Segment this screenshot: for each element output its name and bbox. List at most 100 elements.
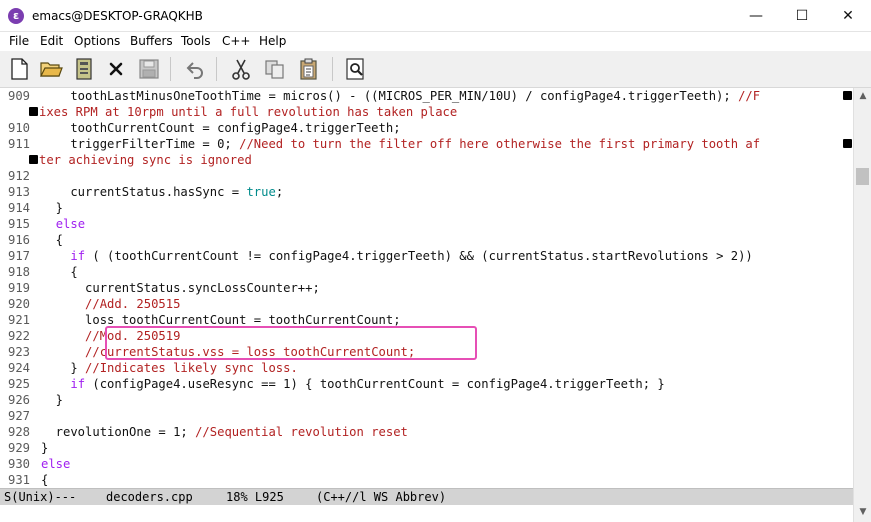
code-line[interactable]: 924 } //Indicates likely sync loss. bbox=[0, 360, 853, 376]
line-number: 927 bbox=[8, 409, 31, 423]
code-token: } bbox=[41, 393, 64, 407]
menu-options[interactable]: Options bbox=[74, 34, 120, 49]
wrap-continuation-icon bbox=[29, 155, 38, 164]
code-line-continuation[interactable]: ixes RPM at 10rpm until a full revolutio… bbox=[0, 104, 853, 120]
menu-help[interactable]: Help bbox=[259, 34, 286, 49]
menu-tools[interactable]: Tools bbox=[181, 34, 211, 49]
code-line[interactable]: 917 if ( (toothCurrentCount != configPag… bbox=[0, 248, 853, 264]
code-line[interactable]: 918 { bbox=[0, 264, 853, 280]
mode-line: S(Unix)--- decoders.cpp 18% L925 (C++//l… bbox=[0, 488, 853, 505]
open-folder-icon[interactable] bbox=[38, 56, 64, 82]
menu-buffers[interactable]: Buffers bbox=[130, 34, 173, 49]
code-token: toothLastMinusOneToothTime = micros() - … bbox=[41, 89, 739, 103]
toolbar-separator bbox=[332, 57, 333, 81]
line-number: 913 bbox=[8, 185, 31, 199]
save-icon[interactable] bbox=[136, 56, 162, 82]
code-keyword: else bbox=[55, 217, 86, 231]
mode-line-status: S(Unix)--- bbox=[4, 490, 77, 504]
code-keyword: if bbox=[70, 377, 86, 391]
code-line[interactable]: 915 else bbox=[0, 216, 853, 232]
code-token: ; bbox=[275, 185, 284, 199]
code-text: triggerFilterTime = 0; //Need to turn th… bbox=[41, 136, 760, 152]
code-line[interactable]: 913 currentStatus.hasSync = true; bbox=[0, 184, 853, 200]
line-number: 925 bbox=[8, 377, 31, 391]
line-number: 922 bbox=[8, 329, 31, 343]
code-text: } bbox=[41, 440, 48, 456]
code-token: (configPage4.useResync == 1) { toothCurr… bbox=[85, 377, 665, 391]
code-text: toothCurrentCount = configPage4.triggerT… bbox=[41, 120, 400, 136]
code-token: { bbox=[41, 233, 64, 247]
code-line[interactable]: 910 toothCurrentCount = configPage4.trig… bbox=[0, 120, 853, 136]
minimize-button[interactable]: — bbox=[733, 0, 779, 32]
maximize-button[interactable]: ☐ bbox=[779, 0, 825, 32]
copy-icon[interactable] bbox=[262, 56, 288, 82]
scrollbar-thumb[interactable] bbox=[856, 168, 869, 185]
code-token: { bbox=[41, 473, 49, 487]
undo-icon[interactable] bbox=[182, 56, 208, 82]
line-wrap-icon bbox=[843, 91, 852, 100]
scroll-up-arrow-icon[interactable]: ▲ bbox=[857, 90, 869, 102]
code-token: loss toothCurrentCount = toothCurrentCou… bbox=[41, 313, 401, 327]
code-text: else bbox=[41, 456, 70, 472]
code-line[interactable]: 909 toothLastMinusOneToothTime = micros(… bbox=[0, 88, 853, 104]
code-line[interactable]: 928 revolutionOne = 1; //Sequential revo… bbox=[0, 424, 853, 440]
code-text: } //Indicates likely sync loss. bbox=[41, 360, 298, 376]
code-text: { bbox=[41, 232, 63, 248]
line-number: 911 bbox=[8, 137, 31, 151]
line-number: 909 bbox=[8, 89, 31, 103]
code-line[interactable]: 929} bbox=[0, 440, 853, 456]
cut-icon[interactable] bbox=[228, 56, 254, 82]
code-line[interactable]: 925 if (configPage4.useResync == 1) { to… bbox=[0, 376, 853, 392]
scroll-down-arrow-icon[interactable]: ▼ bbox=[857, 506, 869, 518]
vertical-scrollbar[interactable]: ▲ ▼ bbox=[853, 88, 871, 522]
line-wrap-icon bbox=[843, 139, 852, 148]
code-text: else bbox=[41, 216, 85, 232]
search-icon[interactable] bbox=[343, 56, 369, 82]
code-line[interactable]: 916 { bbox=[0, 232, 853, 248]
code-token: revolutionOne = 1; bbox=[41, 425, 196, 439]
code-line[interactable]: 930 else bbox=[0, 456, 853, 472]
toolbar-separator bbox=[170, 57, 171, 81]
code-constant: true bbox=[246, 185, 276, 199]
line-number: 924 bbox=[8, 361, 31, 375]
mode-line-buffer-name[interactable]: decoders.cpp bbox=[106, 489, 193, 505]
code-token: } bbox=[41, 441, 49, 455]
code-line[interactable]: 927 bbox=[0, 408, 853, 424]
code-line[interactable]: 912 bbox=[0, 168, 853, 184]
line-number: 923 bbox=[8, 345, 31, 359]
code-line-continuation[interactable]: ter achieving sync is ignored bbox=[0, 152, 853, 168]
code-line[interactable]: 919 currentStatus.syncLossCounter++; bbox=[0, 280, 853, 296]
code-text: { bbox=[41, 472, 48, 488]
minibuffer[interactable] bbox=[0, 505, 853, 522]
code-comment: //Add. 250515 bbox=[85, 297, 181, 311]
open-file-icon[interactable] bbox=[71, 56, 97, 82]
code-line[interactable]: 914 } bbox=[0, 200, 853, 216]
code-text: if ( (toothCurrentCount != configPage4.t… bbox=[41, 248, 752, 264]
line-number: 926 bbox=[8, 393, 31, 407]
menu-file[interactable]: File bbox=[9, 34, 29, 49]
toolbar bbox=[0, 51, 871, 88]
line-number: 931 bbox=[8, 473, 31, 487]
code-line[interactable]: 926 } bbox=[0, 392, 853, 408]
mode-line-modes[interactable]: (C++//l WS Abbrev) bbox=[316, 489, 446, 505]
window-title: emacs@DESKTOP-GRAQKHB bbox=[32, 9, 203, 23]
line-number: 929 bbox=[8, 441, 31, 455]
code-line[interactable]: 931 { bbox=[0, 472, 853, 488]
menu-cpp[interactable]: C++ bbox=[222, 34, 251, 49]
paste-icon[interactable] bbox=[296, 56, 322, 82]
code-token: currentStatus.hasSync = bbox=[41, 185, 247, 199]
code-editor[interactable]: 909 toothLastMinusOneToothTime = micros(… bbox=[0, 88, 853, 488]
close-buffer-icon[interactable] bbox=[103, 56, 129, 82]
code-text: //Add. 250515 bbox=[41, 296, 180, 312]
code-token: triggerFilterTime = 0; bbox=[41, 137, 240, 151]
line-number: 915 bbox=[8, 217, 31, 231]
menu-edit[interactable]: Edit bbox=[40, 34, 63, 49]
code-line[interactable]: 911 triggerFilterTime = 0; //Need to tur… bbox=[0, 136, 853, 152]
new-file-icon[interactable] bbox=[6, 56, 32, 82]
close-window-button[interactable]: ✕ bbox=[825, 0, 871, 32]
code-line[interactable]: 920 //Add. 250515 bbox=[0, 296, 853, 312]
code-comment: ixes RPM at 10rpm until a full revolutio… bbox=[39, 105, 458, 119]
code-comment: //Indicates likely sync loss. bbox=[85, 361, 298, 375]
